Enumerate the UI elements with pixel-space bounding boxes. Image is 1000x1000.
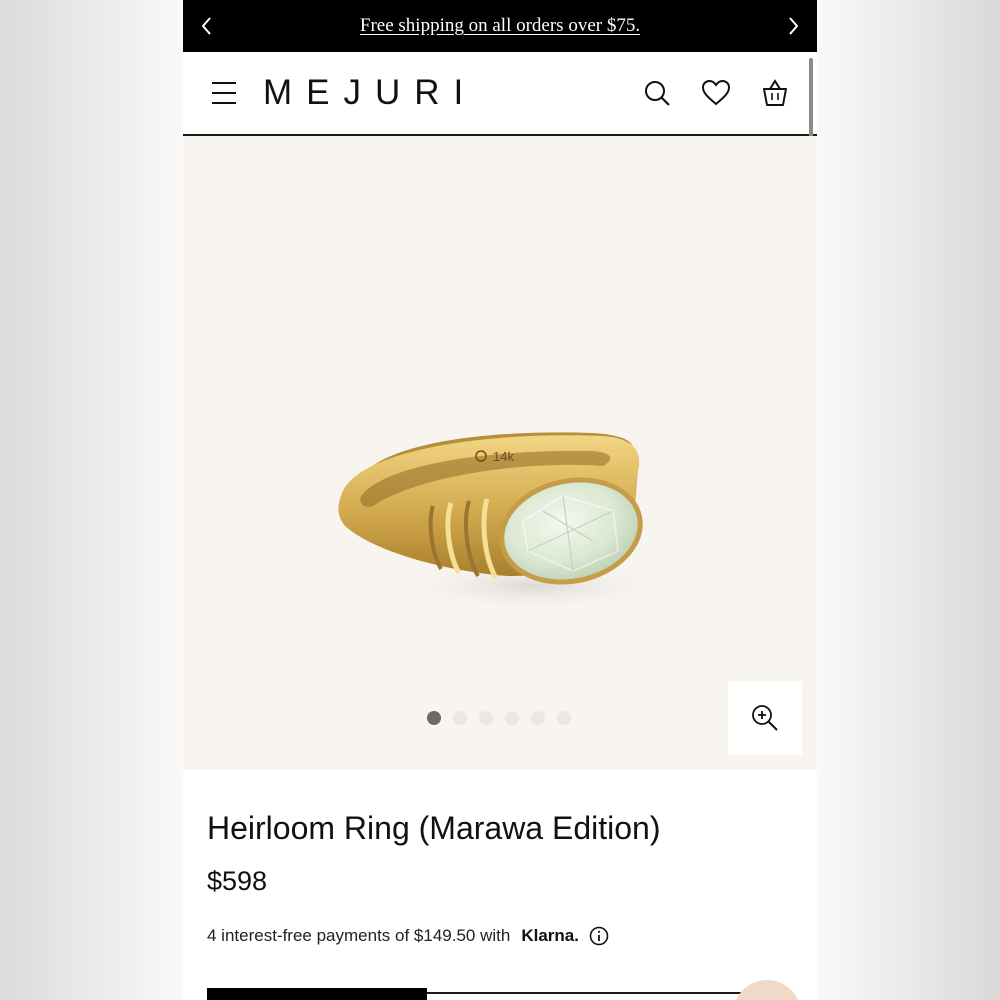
info-icon[interactable] [589, 926, 609, 946]
menu-button[interactable] [209, 78, 241, 108]
brand-logo[interactable]: MEJURI [263, 70, 477, 116]
product-image-ring: 14k [338, 432, 673, 612]
payment-text: 4 interest-free payments of $149.50 with [207, 926, 511, 945]
product-price: $598 [207, 866, 268, 896]
chevron-left-icon [201, 17, 211, 35]
product-image-gallery[interactable]: 14k [183, 136, 817, 770]
chat-button[interactable] [733, 980, 801, 1000]
gallery-dot[interactable] [531, 711, 545, 725]
gallery-dot[interactable] [427, 711, 441, 725]
product-title: Heirloom Ring (Marawa Edition) [207, 810, 661, 846]
klarna-logo: Klarna. [521, 926, 579, 945]
option-selector-active[interactable] [207, 988, 427, 1000]
gallery-dot[interactable] [479, 711, 493, 725]
promo-link[interactable]: Free shipping on all orders over $75. [360, 15, 640, 37]
menu-icon [212, 82, 236, 104]
product-info: Heirloom Ring (Marawa Edition) $598 4 in… [183, 770, 817, 1000]
site-header: MEJURI [183, 52, 817, 136]
promo-prev-button[interactable] [187, 0, 227, 52]
shopping-bag-icon [763, 79, 787, 106]
promo-next-button[interactable] [773, 0, 813, 52]
chevron-right-icon [789, 17, 799, 35]
heart-icon [701, 79, 731, 106]
search-button[interactable] [641, 77, 673, 109]
gallery-pagination [427, 711, 571, 725]
search-icon [645, 81, 670, 106]
phone-screen: Free shipping on all orders over $75. ME… [183, 0, 817, 1000]
wishlist-button[interactable] [700, 77, 732, 109]
gallery-dot[interactable] [557, 711, 571, 725]
gallery-dot[interactable] [453, 711, 467, 725]
klarna-payment-info: 4 interest-free payments of $149.50 with… [207, 926, 609, 946]
gallery-dot[interactable] [505, 711, 519, 725]
zoom-in-icon [752, 705, 778, 731]
cart-button[interactable] [759, 77, 791, 109]
zoom-button[interactable] [728, 681, 802, 755]
ring-engraving: 14k [493, 449, 514, 464]
promo-bar: Free shipping on all orders over $75. [183, 0, 817, 52]
